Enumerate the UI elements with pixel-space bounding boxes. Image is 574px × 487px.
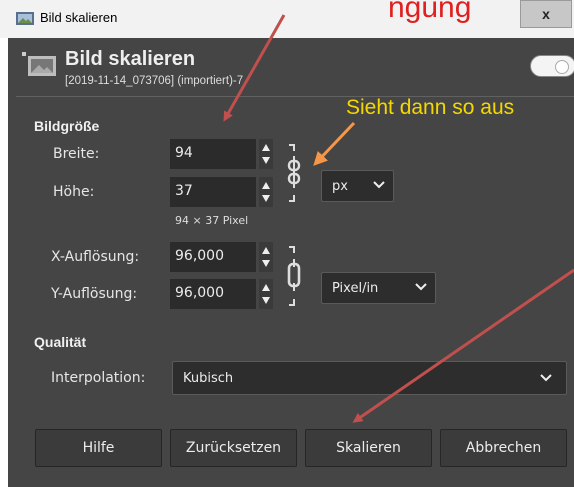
chain-link-icon[interactable]: [284, 243, 308, 309]
annotation-note: Sieht dann so aus: [346, 96, 515, 119]
chevron-down-icon: [373, 181, 385, 189]
image-icon: [16, 12, 34, 25]
resolution-unit-value: Pixel/in: [332, 281, 379, 296]
interpolation-label: Interpolation:: [51, 370, 146, 386]
height-input[interactable]: 37: [170, 177, 256, 207]
close-button[interactable]: x: [520, 0, 572, 28]
y-resolution-label: Y-Auflösung:: [51, 286, 138, 302]
annotation-top-text: ngung: [388, 0, 472, 24]
y-res-spin-arrows-icon[interactable]: [259, 279, 273, 309]
unit-value: px: [332, 179, 348, 194]
chevron-down-icon: [415, 283, 427, 291]
section-title-quality: Qualität: [34, 334, 87, 350]
dialog-subtitle: [2019-11-14_073706] (importiert)-7: [65, 75, 244, 87]
section-title-size: Bildgröße: [34, 118, 100, 134]
y-resolution-input[interactable]: 96,000: [170, 279, 256, 309]
image-icon: [22, 52, 56, 76]
chain-link-icon[interactable]: [284, 141, 308, 205]
x-resolution-value: 96,000: [175, 248, 224, 264]
scale-button[interactable]: Skalieren: [305, 429, 432, 467]
dialog-title: Bild skalieren: [65, 48, 196, 70]
interpolation-value: Kubisch: [183, 371, 234, 386]
resolution-unit-dropdown[interactable]: Pixel/in: [321, 272, 436, 304]
reset-button[interactable]: Zurücksetzen: [170, 429, 297, 467]
window-title: Bild skalieren: [40, 10, 118, 25]
height-label: Höhe:: [53, 184, 95, 200]
pixel-size-info: 94 × 37 Pixel: [175, 214, 249, 227]
width-spin-arrows-icon[interactable]: [259, 139, 273, 169]
chevron-down-icon: [540, 374, 552, 382]
height-value: 37: [175, 183, 193, 199]
x-res-spin-arrows-icon[interactable]: [259, 242, 273, 272]
width-input[interactable]: 94: [170, 139, 256, 169]
close-icon: x: [542, 6, 550, 22]
cancel-button[interactable]: Abbrechen: [440, 429, 567, 467]
toggle-switch[interactable]: [530, 55, 574, 77]
unit-dropdown[interactable]: px: [321, 170, 394, 202]
interpolation-dropdown[interactable]: Kubisch: [172, 361, 567, 395]
width-value: 94: [175, 145, 193, 161]
x-resolution-label: X-Auflösung:: [51, 249, 140, 265]
y-resolution-value: 96,000: [175, 285, 224, 301]
window-titlebar: Bild skalieren: [0, 0, 574, 38]
width-label: Breite:: [53, 146, 100, 162]
height-spin-arrows-icon[interactable]: [259, 177, 273, 207]
help-button[interactable]: Hilfe: [35, 429, 162, 467]
x-resolution-input[interactable]: 96,000: [170, 242, 256, 272]
